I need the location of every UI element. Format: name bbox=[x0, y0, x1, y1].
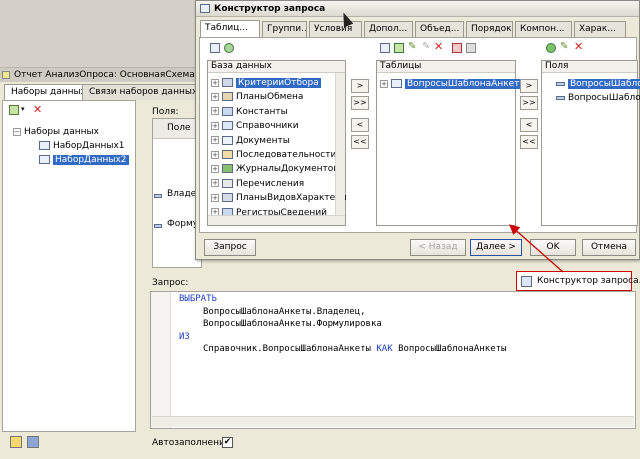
annotation-arrow bbox=[509, 224, 564, 273]
